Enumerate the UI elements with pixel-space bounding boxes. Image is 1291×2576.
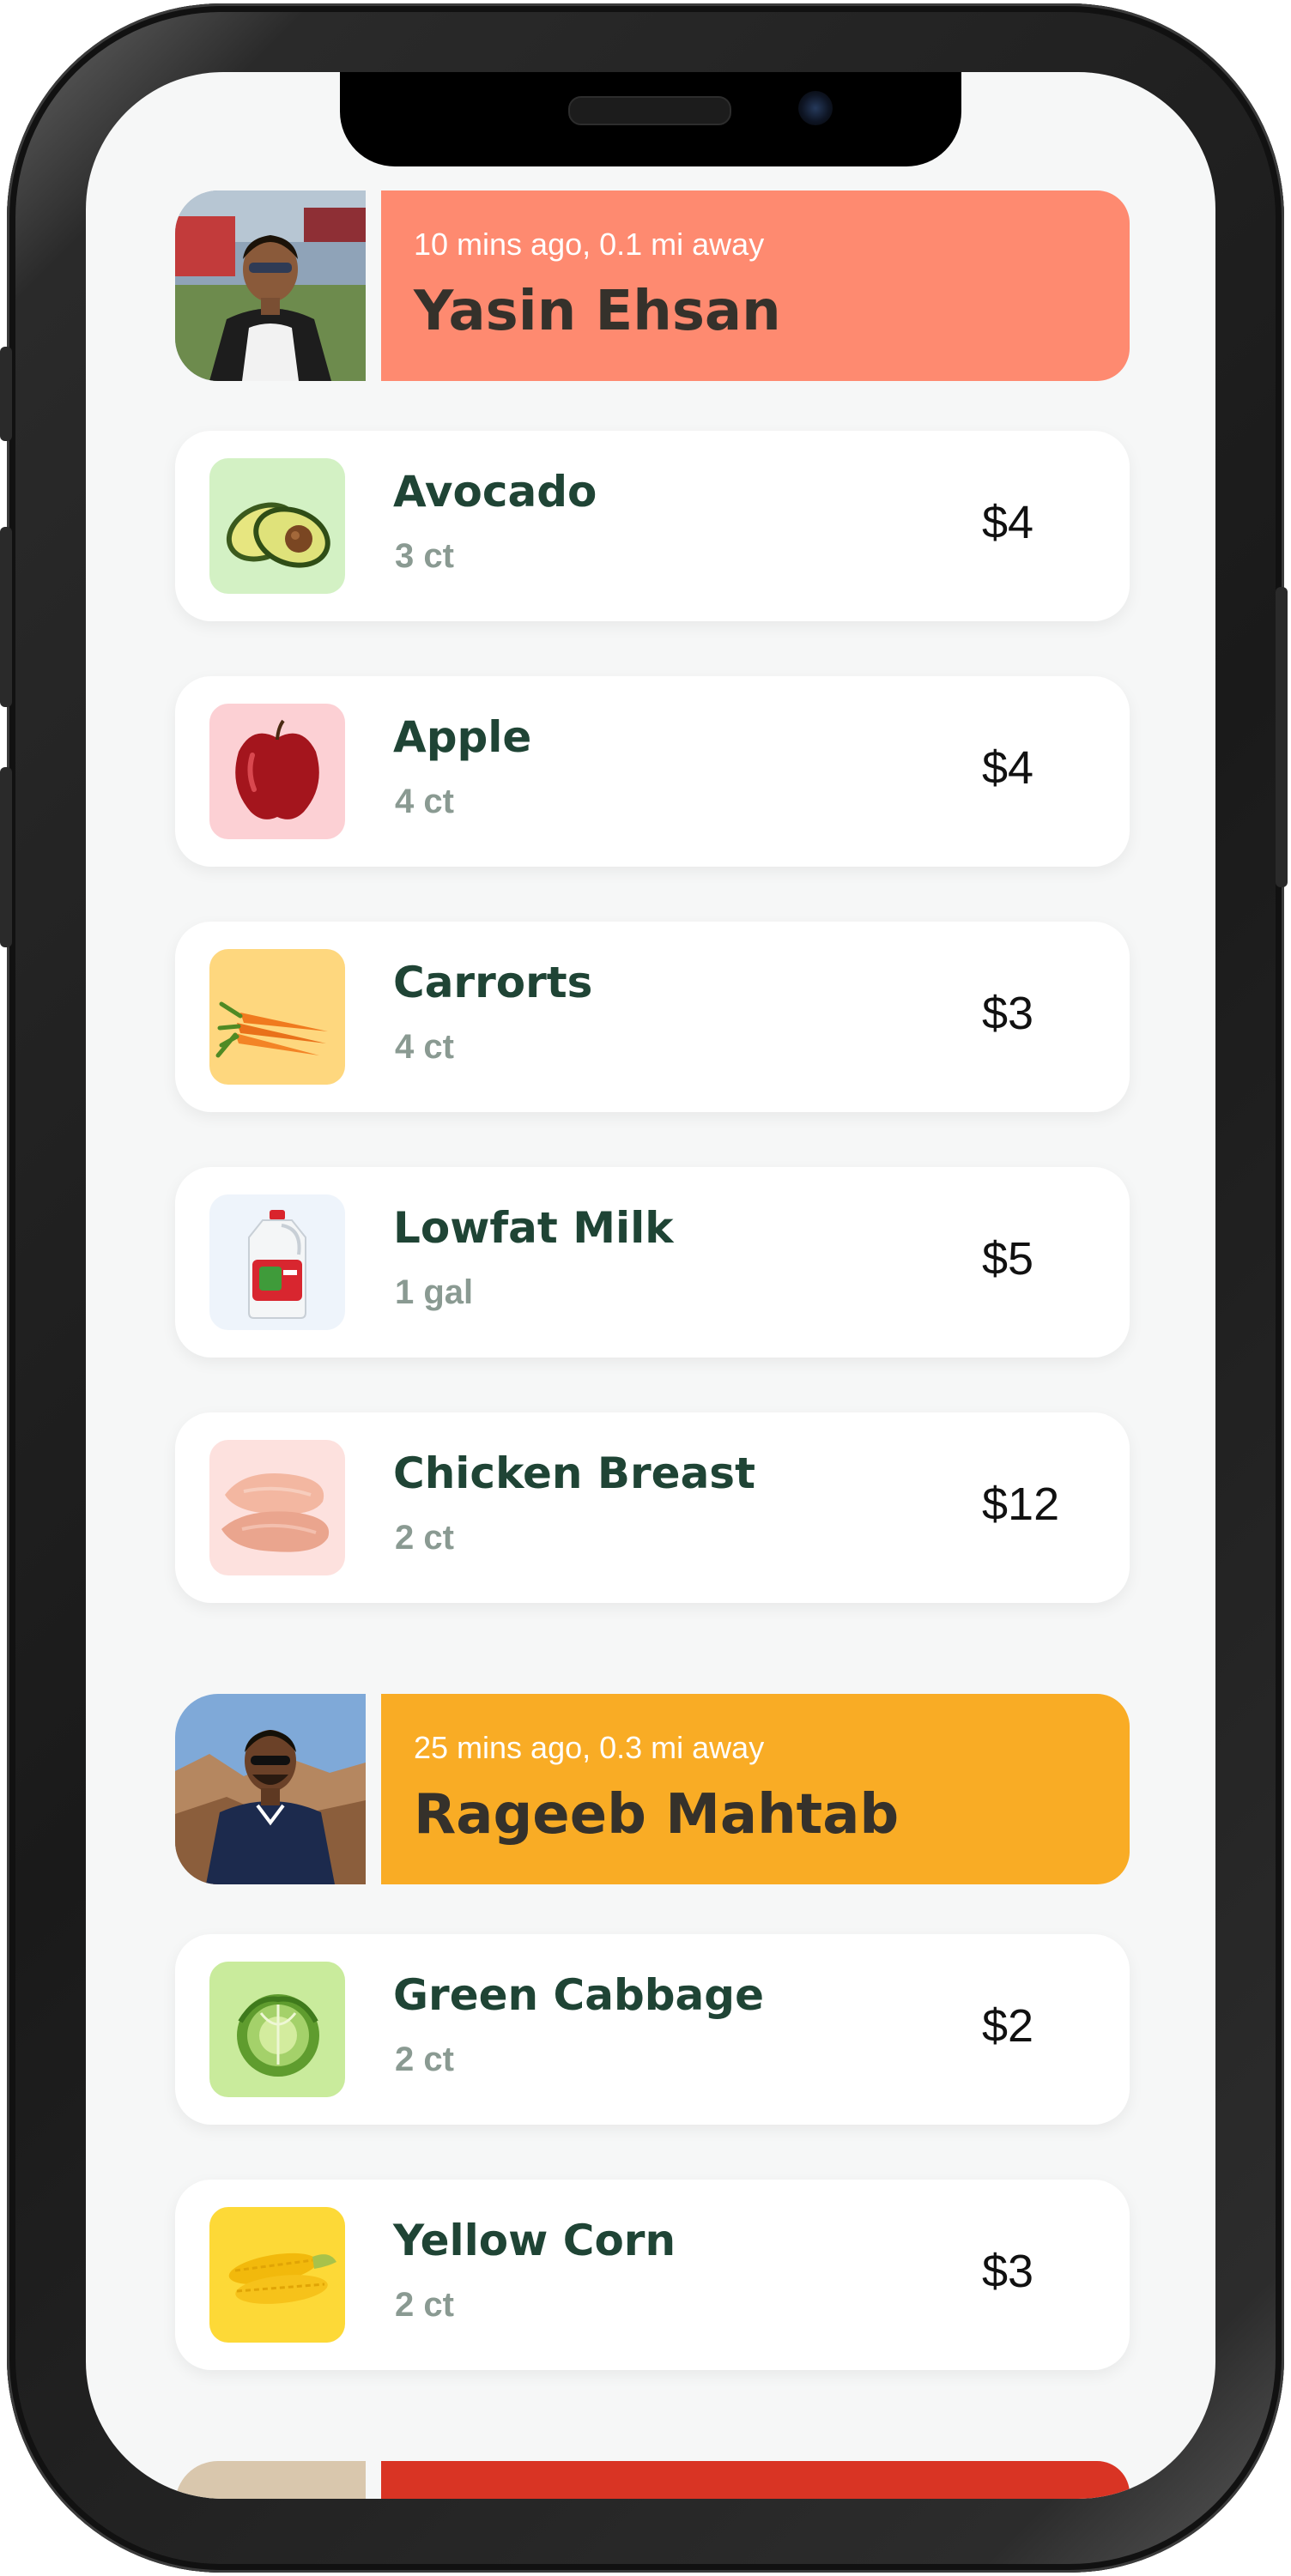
list-item[interactable]: Green Cabbage 2 ct $2 (175, 1934, 1130, 2125)
item-quantity: 3 ct (395, 537, 454, 575)
item-price: $4 (982, 742, 1034, 794)
item-quantity: 2 ct (395, 2286, 454, 2324)
item-price: $3 (982, 2246, 1034, 2297)
cabbage-icon (209, 1962, 345, 2097)
item-quantity: 4 ct (395, 783, 454, 820)
corn-icon (209, 2207, 345, 2343)
avocado-icon (209, 458, 345, 594)
item-quantity: 2 ct (395, 2041, 454, 2078)
list-item[interactable]: Chicken Breast 2 ct $12 (175, 1412, 1130, 1603)
speaker-icon (568, 96, 731, 125)
user-info-card[interactable]: 25 mins ago, 0.3 mi away Rageeb Mahtab (381, 1694, 1130, 1884)
apple-icon (209, 704, 345, 839)
item-price: $12 (982, 1478, 1060, 1530)
milk-icon (209, 1194, 345, 1330)
power-button (1276, 587, 1288, 887)
item-name: Chicken Breast (393, 1448, 755, 1498)
item-quantity: 1 gal (395, 1273, 474, 1311)
silent-switch (0, 347, 12, 441)
list-item[interactable]: Avocado 3 ct $4 (175, 431, 1130, 621)
camera-icon (798, 91, 833, 125)
list-item[interactable]: Yellow Corn 2 ct $3 (175, 2180, 1130, 2370)
user-avatar (175, 2461, 366, 2499)
user-info-card[interactable] (381, 2461, 1130, 2499)
list-item[interactable]: Apple 4 ct $4 (175, 676, 1130, 867)
item-price: $3 (982, 988, 1034, 1039)
list-item[interactable]: Lowfat Milk 1 gal $5 (175, 1167, 1130, 1358)
item-name: Carrorts (393, 958, 593, 1007)
item-name: Yellow Corn (393, 2216, 676, 2265)
user-header[interactable]: 25 mins ago, 0.3 mi away Rageeb Mahtab (175, 1694, 1130, 1884)
item-price: $5 (982, 1233, 1034, 1285)
item-name: Avocado (393, 467, 597, 517)
user-meta: 25 mins ago, 0.3 mi away (414, 1730, 765, 1765)
item-quantity: 4 ct (395, 1028, 454, 1066)
user-name: Yasin Ehsan (414, 280, 781, 343)
item-price: $2 (982, 2000, 1034, 2052)
carrot-icon (209, 949, 345, 1085)
list-item[interactable]: Carrorts 4 ct $3 (175, 922, 1130, 1112)
item-name: Lowfat Milk (393, 1203, 674, 1253)
user-info-card[interactable]: 10 mins ago, 0.1 mi away Yasin Ehsan (381, 190, 1130, 381)
chicken-breast-icon (209, 1440, 345, 1575)
item-price: $4 (982, 497, 1034, 548)
volume-up-button (0, 527, 12, 707)
app-screen: 10 mins ago, 0.1 mi away Yasin Ehsan Avo… (86, 72, 1215, 2499)
user-avatar (175, 190, 366, 381)
item-name: Apple (393, 712, 532, 762)
volume-down-button (0, 767, 12, 947)
phone-notch (340, 72, 961, 166)
item-name: Green Cabbage (393, 1970, 764, 2020)
user-header[interactable] (175, 2461, 1130, 2499)
user-avatar (175, 1694, 366, 1884)
user-header[interactable]: 10 mins ago, 0.1 mi away Yasin Ehsan (175, 190, 1130, 381)
phone-frame: 10 mins ago, 0.1 mi away Yasin Ehsan Avo… (0, 3, 1288, 2573)
item-quantity: 2 ct (395, 1519, 454, 1557)
user-meta: 10 mins ago, 0.1 mi away (414, 227, 765, 262)
user-name: Rageeb Mahtab (414, 1783, 900, 1847)
